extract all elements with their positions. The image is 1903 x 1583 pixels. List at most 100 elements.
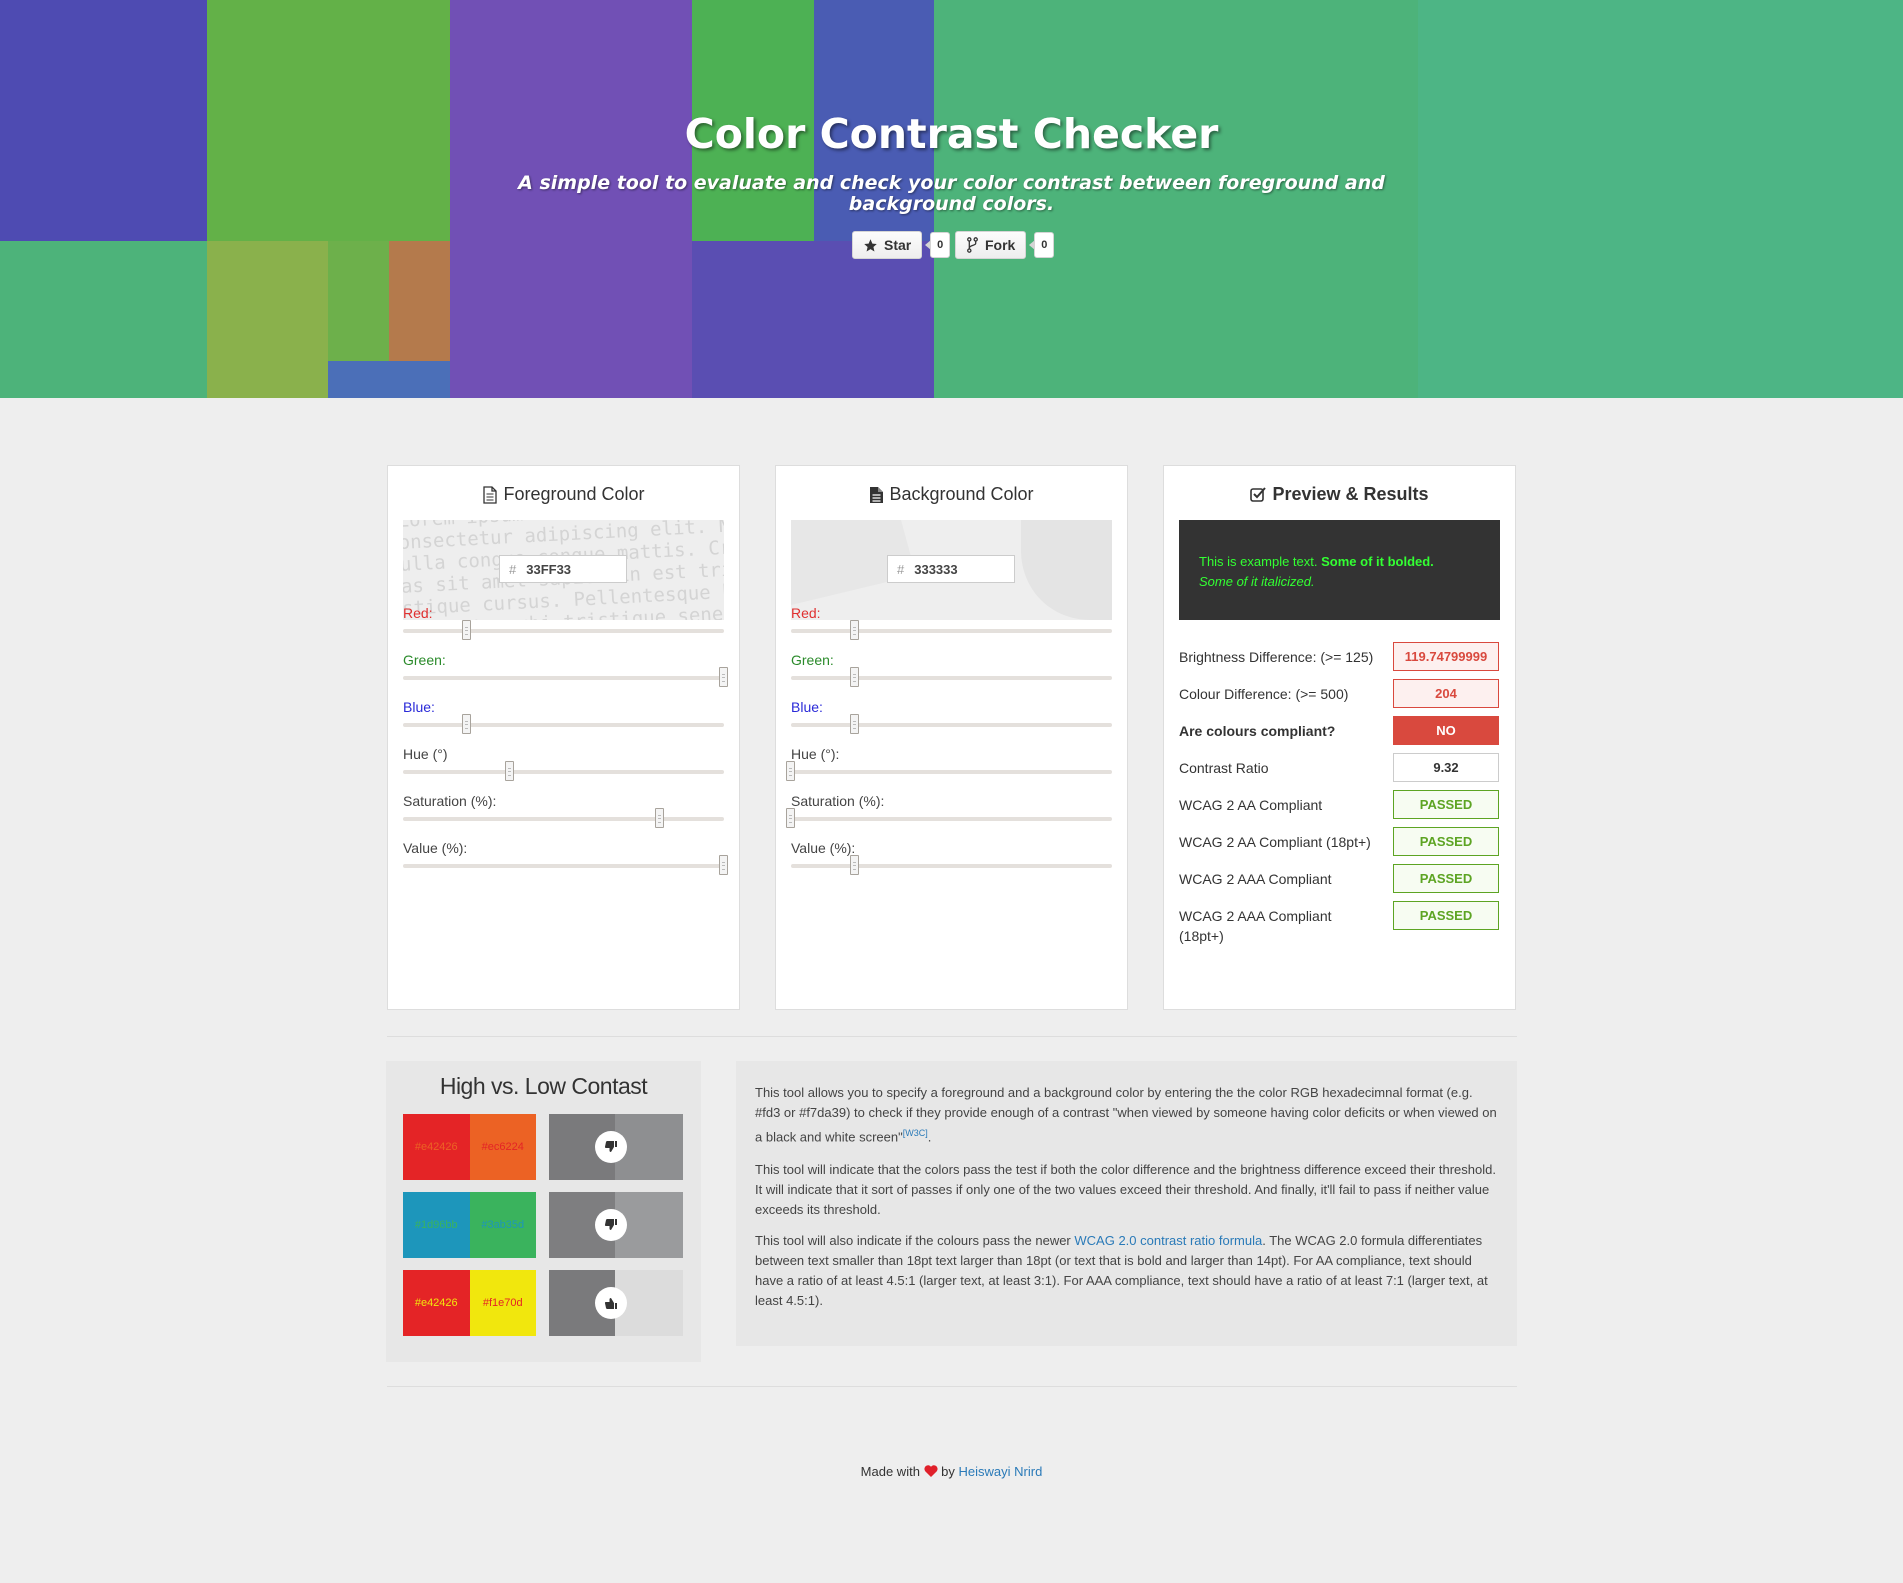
foreground-hex-input[interactable]: # 33FF33	[499, 555, 627, 583]
page-title: Color Contrast Checker	[684, 110, 1219, 158]
hero-block	[328, 241, 389, 361]
thumbs-up-icon	[595, 1287, 627, 1319]
slider-handle[interactable]	[505, 761, 514, 781]
hero-block	[328, 361, 450, 398]
color-pair: #e42426 #f1e70d	[403, 1270, 536, 1336]
slider-track[interactable]	[403, 620, 724, 640]
slider-label: Red:	[791, 605, 821, 621]
slider-track[interactable]	[403, 808, 724, 828]
slider-handle[interactable]	[850, 620, 860, 640]
slider-label: Value (%):	[791, 840, 856, 856]
result-value: 204	[1393, 679, 1499, 708]
color-pair: #e42426 #ec6224	[403, 1114, 536, 1180]
slider-track[interactable]	[403, 855, 728, 875]
hash-icon: #	[509, 561, 517, 577]
page-subtitle: A simple tool to evaluate and check your…	[518, 172, 1385, 215]
result-label: WCAG 2 AA Compliant	[1179, 797, 1323, 813]
hero-block	[389, 241, 450, 361]
slider-track[interactable]	[403, 761, 724, 781]
divider	[387, 1386, 1517, 1387]
result-value: PASSED	[1393, 864, 1499, 893]
slider-track[interactable]	[791, 667, 1112, 687]
slider-label: Red:	[403, 605, 433, 621]
sample-bold: Some of it bolded.	[1321, 554, 1434, 569]
slider-track[interactable]	[791, 714, 1112, 734]
result-label: WCAG 2 AAA Compliant	[1179, 871, 1332, 887]
heart-icon	[923, 1465, 938, 1477]
color-sample-a: #e42426	[403, 1114, 470, 1180]
slider-label: Value (%):	[403, 840, 468, 856]
slider-handle[interactable]	[719, 855, 728, 875]
grayscale-pair	[549, 1114, 683, 1180]
thumbs-down-icon	[595, 1209, 627, 1241]
background-swatch: # 333333	[791, 520, 1112, 620]
github-star-label: Star	[884, 237, 912, 253]
hero-block	[0, 241, 207, 398]
hero-block	[207, 241, 328, 398]
slider-handle[interactable]	[850, 714, 860, 734]
background-card: Background Color # 333333 Red: Green: Blue…	[775, 465, 1128, 1010]
github-star-count[interactable]: 0	[925, 232, 951, 258]
color-sample-a: #e42426	[403, 1270, 470, 1336]
info-paragraph-1: This tool allows you to specify a foregr…	[755, 1083, 1500, 1147]
background-hex-input[interactable]: # 333333	[887, 555, 1015, 583]
result-label: Contrast Ratio	[1179, 760, 1269, 776]
slider-track[interactable]	[791, 855, 1112, 875]
github-star-button[interactable]: Star	[852, 231, 923, 259]
slider-label: Hue (°):	[791, 746, 840, 762]
fork-icon	[967, 237, 978, 253]
slider-handle[interactable]	[850, 855, 860, 875]
high-low-title: High vs. Low Contast	[439, 1073, 648, 1099]
result-value: 119.74799999	[1393, 642, 1499, 671]
slider-label: Green:	[791, 652, 834, 668]
thumbs-down-icon-glyph	[604, 1219, 617, 1230]
slider-track[interactable]	[786, 808, 1112, 828]
thumbs-down-icon	[595, 1131, 627, 1163]
slider-track[interactable]	[403, 667, 728, 687]
foreground-hex-value: 33FF33	[526, 561, 572, 577]
w3c-link[interactable]: [W3C]	[903, 1128, 928, 1138]
github-fork-count[interactable]: 0	[1029, 232, 1055, 258]
hero-banner: Color Contrast Checker A simple tool to …	[0, 0, 1903, 398]
background-title-text: Background Color	[889, 484, 1034, 504]
grayscale-pair	[549, 1192, 683, 1258]
color-sample-a: #1d96bb	[403, 1192, 470, 1258]
slider-track[interactable]	[786, 761, 1112, 781]
star-icon	[864, 238, 877, 251]
color-pair: #1d96bb #3ab35d	[403, 1192, 536, 1258]
slider-handle[interactable]	[719, 667, 728, 687]
info-paragraph-2: This tool will indicate that the colors …	[755, 1162, 1496, 1217]
info-panel: This tool allows you to specify a foregr…	[736, 1061, 1517, 1346]
slider-handle[interactable]	[462, 620, 472, 640]
divider	[387, 1036, 1517, 1037]
slider-handle[interactable]	[462, 714, 472, 734]
preview-title: Preview & Results	[1164, 484, 1515, 505]
color-sample-b: #ec6224	[469, 1114, 536, 1180]
slider-track[interactable]	[791, 620, 1112, 640]
preview-title-text: Preview & Results	[1272, 484, 1429, 504]
github-fork-button[interactable]: Fork	[955, 231, 1027, 259]
slider-handle[interactable]	[786, 808, 795, 828]
background-hex-value: 333333	[914, 561, 958, 577]
slider-label: Saturation (%):	[403, 793, 497, 809]
foreground-title-text: Foreground Color	[503, 484, 645, 504]
footer-by: by	[941, 1464, 955, 1479]
slider-label: Green:	[403, 652, 446, 668]
slider-handle[interactable]	[786, 761, 795, 781]
info-paragraph-3: This tool will also indicate if the colo…	[755, 1231, 1500, 1311]
hero-block	[1418, 0, 1903, 398]
file-text-outline-icon	[483, 485, 498, 504]
footer: Made with by Heiswayi Nrird	[0, 1464, 1903, 1479]
background-title: Background Color	[776, 484, 1127, 505]
wcag-formula-link[interactable]: WCAG 2.0 contrast ratio formula	[1074, 1233, 1262, 1248]
high-low-contrast-panel: High vs. Low Contast #e42426 #ec6224 #1d96…	[386, 1061, 701, 1362]
footer-made-with: Made with	[860, 1464, 920, 1479]
check-square-icon	[1250, 487, 1267, 502]
author-link[interactable]: Heiswayi Nrird	[959, 1464, 1043, 1479]
slider-handle[interactable]	[850, 667, 860, 687]
slider-track[interactable]	[403, 714, 724, 734]
thumbs-down-icon-glyph	[604, 1141, 617, 1152]
result-label: WCAG 2 AAA Compliant (18pt+)	[1179, 908, 1332, 944]
slider-handle[interactable]	[654, 808, 664, 828]
hero-block	[692, 241, 934, 398]
